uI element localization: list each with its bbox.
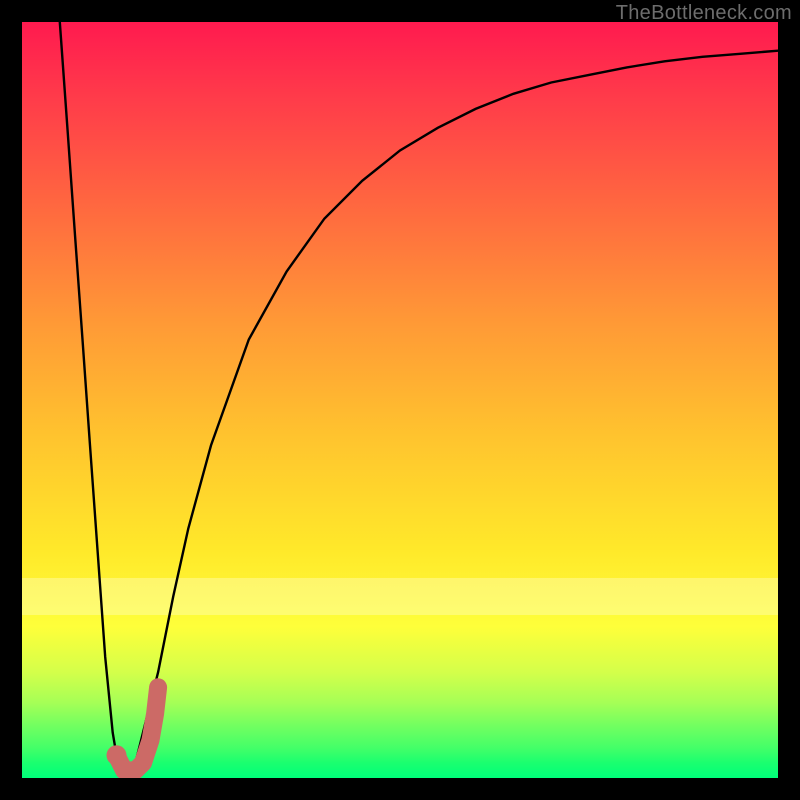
chart-stage: TheBottleneck.com bbox=[0, 0, 800, 800]
plot-area bbox=[22, 22, 778, 778]
bottleneck-curve bbox=[60, 22, 778, 778]
marker-dot bbox=[107, 745, 127, 765]
curve-layer bbox=[22, 22, 778, 778]
